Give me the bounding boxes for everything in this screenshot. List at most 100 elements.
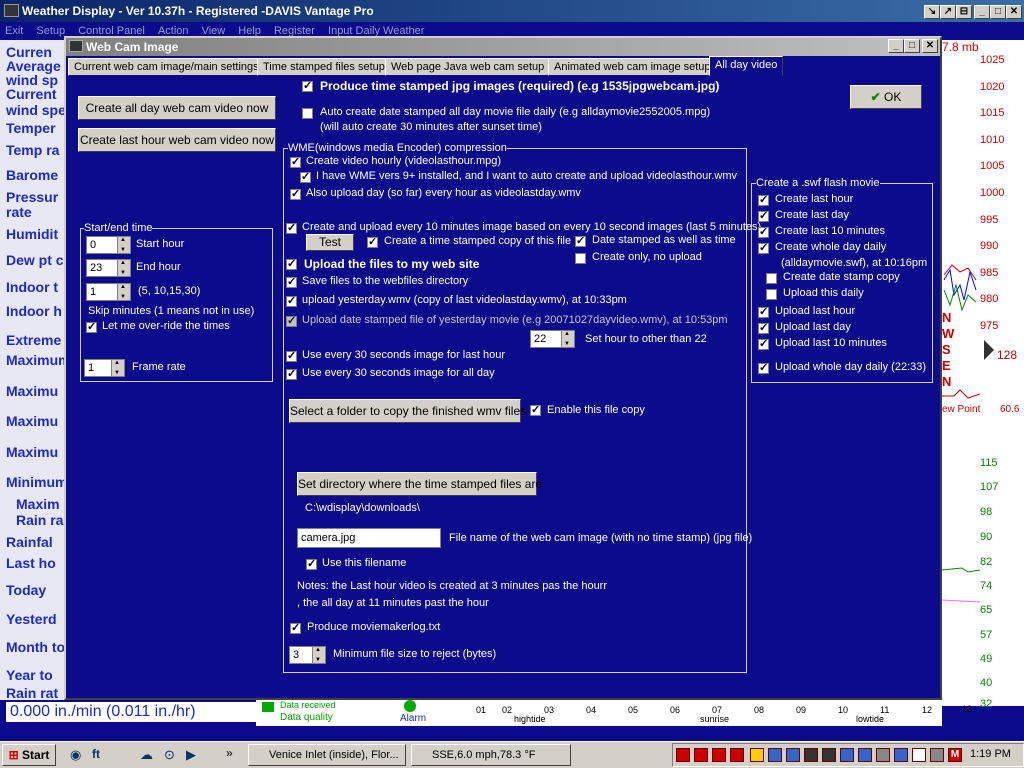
panel-label: Maximu	[6, 383, 59, 399]
swf-last10-checkbox[interactable]	[758, 227, 769, 238]
tab-animated-webcam[interactable]: Animated web cam image setup	[548, 58, 717, 76]
media-icon[interactable]: ▶	[186, 747, 196, 763]
start-button[interactable]: ⊞ Start	[2, 744, 56, 766]
start-hour-value[interactable]: 0	[86, 236, 118, 254]
swf-whole-day-checkbox[interactable]	[758, 243, 769, 254]
tray-network-icon[interactable]	[786, 748, 800, 762]
swf-upload-whole-checkbox[interactable]	[758, 363, 769, 374]
upload-date-checkbox[interactable]	[286, 316, 297, 327]
swf-upload-day-checkbox[interactable]	[758, 323, 769, 334]
menu-exit[interactable]: Exit	[5, 25, 23, 37]
test-button[interactable]: Test	[306, 234, 354, 251]
tick: 990	[980, 240, 999, 252]
tray-shield-icon[interactable]	[876, 748, 890, 762]
tray-ftp-icon[interactable]	[712, 748, 726, 762]
more-icon[interactable]: »	[226, 746, 233, 760]
tray-camera-icon[interactable]	[804, 748, 818, 762]
create-all-day-video-button[interactable]: Create all day web cam video now	[78, 96, 276, 120]
save-files-checkbox[interactable]	[286, 277, 297, 288]
tab-java-webcam[interactable]: Web page Java web cam setup	[385, 58, 551, 76]
menu-setup[interactable]: Setup	[36, 25, 65, 37]
hour-spinner[interactable]	[561, 330, 575, 348]
override-checkbox[interactable]	[86, 322, 97, 333]
tray-ftp-icon[interactable]	[730, 748, 744, 762]
every30-day-checkbox[interactable]	[286, 369, 297, 380]
end-hour-value[interactable]: 23	[86, 259, 118, 277]
ftp-icon[interactable]: ft	[92, 747, 100, 761]
start-hour-label: Start hour	[136, 238, 185, 250]
minsize-spinner[interactable]	[312, 646, 326, 664]
panel-label: Maximu	[6, 444, 59, 460]
camera-filename-input[interactable]: camera.jpg	[297, 528, 441, 548]
dialog-minimize-button[interactable]: _	[888, 39, 904, 53]
arrows-button[interactable]: ↗	[940, 5, 956, 19]
tray-vp-icon[interactable]	[750, 748, 764, 762]
tray-ftp-icon[interactable]	[694, 748, 708, 762]
skip-minutes-value[interactable]: 1	[86, 283, 118, 301]
ts-copy-label: Create a time stamped copy of this file	[384, 235, 572, 247]
swf-last-hour-checkbox[interactable]	[758, 195, 769, 206]
app-quick-icon[interactable]: ⊙	[164, 747, 175, 763]
have-wme-checkbox[interactable]	[300, 172, 311, 183]
create-last-hour-video-button[interactable]: Create last hour web cam video now	[78, 128, 276, 152]
tab-all-day-video[interactable]: All day video	[709, 56, 784, 76]
panel-label: Current	[6, 86, 57, 102]
close-button[interactable]: ✕	[1006, 5, 1022, 19]
create-hourly-checkbox[interactable]	[290, 157, 301, 168]
moviemaker-checkbox[interactable]	[290, 623, 301, 634]
tray-app-icon[interactable]	[768, 748, 782, 762]
tray-m-icon[interactable]: M	[948, 748, 962, 762]
data-quality-label: Data quality	[280, 712, 333, 723]
frame-rate-value[interactable]: 1	[84, 359, 112, 377]
swf-upload-10-checkbox[interactable]	[758, 339, 769, 350]
enable-copy-checkbox[interactable]	[530, 405, 541, 416]
hour-value[interactable]: 22	[530, 330, 562, 348]
end-hour-spinner[interactable]	[117, 259, 131, 277]
start-hour-spinner[interactable]	[117, 236, 131, 254]
task-venice-inlet[interactable]: Venice Inlet (inside), Flor...	[248, 744, 406, 766]
every30-hour-checkbox[interactable]	[286, 351, 297, 362]
set-directory-button[interactable]: Set directory where the time stamped fil…	[297, 472, 542, 496]
create-only-checkbox[interactable]	[575, 253, 586, 264]
upload-day-checkbox[interactable]	[290, 189, 301, 200]
swf-last-day-checkbox[interactable]	[758, 211, 769, 222]
task-wind[interactable]: SSE,6.0 mph,78.3 °F	[411, 744, 571, 766]
tray-ftp-icon[interactable]	[676, 748, 690, 762]
ok-button[interactable]: ✔ OK	[850, 85, 922, 109]
dialog-close-button[interactable]: ✕	[922, 39, 938, 53]
tray-app-icon[interactable]	[822, 748, 836, 762]
swf-date-copy-checkbox[interactable]	[766, 273, 777, 284]
restore-small-button[interactable]: ↘	[924, 5, 940, 19]
auto-create-checkbox[interactable]	[302, 108, 313, 119]
tab-time-stamped[interactable]: Time stamped files setup	[257, 58, 391, 76]
ie-icon[interactable]: ◉	[70, 747, 81, 763]
tray-app-icon[interactable]	[894, 748, 908, 762]
hour-tick: 10	[838, 705, 849, 715]
date-stamped-checkbox[interactable]	[575, 236, 586, 247]
tray-app-icon[interactable]	[930, 748, 944, 762]
swf-whole-day-note: (alldaymovie.swf), at 10:16pm	[781, 257, 928, 269]
minimize-button[interactable]: _	[974, 5, 990, 19]
dialog-maximize-button[interactable]: □	[904, 39, 920, 53]
tray-button[interactable]: ⊟	[956, 5, 972, 19]
swf-upload-hour-checkbox[interactable]	[758, 307, 769, 318]
tray-app-icon[interactable]	[912, 748, 926, 762]
tray-app-icon[interactable]	[858, 748, 872, 762]
minsize-value[interactable]: 3	[289, 646, 313, 664]
produce-ts-checkbox[interactable]	[302, 81, 313, 92]
upload-web-checkbox[interactable]	[286, 259, 297, 270]
maximize-button[interactable]: □	[990, 5, 1006, 19]
weather-icon[interactable]: ☁	[140, 747, 153, 763]
skip-minutes-spinner[interactable]	[117, 283, 131, 301]
every10-checkbox[interactable]	[286, 223, 297, 234]
tray-app-icon[interactable]	[840, 748, 854, 762]
ts-copy-checkbox[interactable]	[367, 237, 378, 248]
swf-upload-daily-checkbox[interactable]	[766, 289, 777, 300]
select-folder-button[interactable]: Select a folder to copy the finished wmv…	[289, 399, 539, 423]
tab-current-webcam[interactable]: Current web cam image/main settings	[68, 58, 265, 76]
use-filename-checkbox[interactable]	[306, 559, 317, 570]
upload-yesterday-checkbox[interactable]	[286, 296, 297, 307]
frame-rate-spinner[interactable]	[111, 359, 125, 377]
swf-upload-whole-label: Upload whole day daily (22:33)	[775, 361, 927, 373]
panel-label: Year to	[6, 667, 53, 683]
